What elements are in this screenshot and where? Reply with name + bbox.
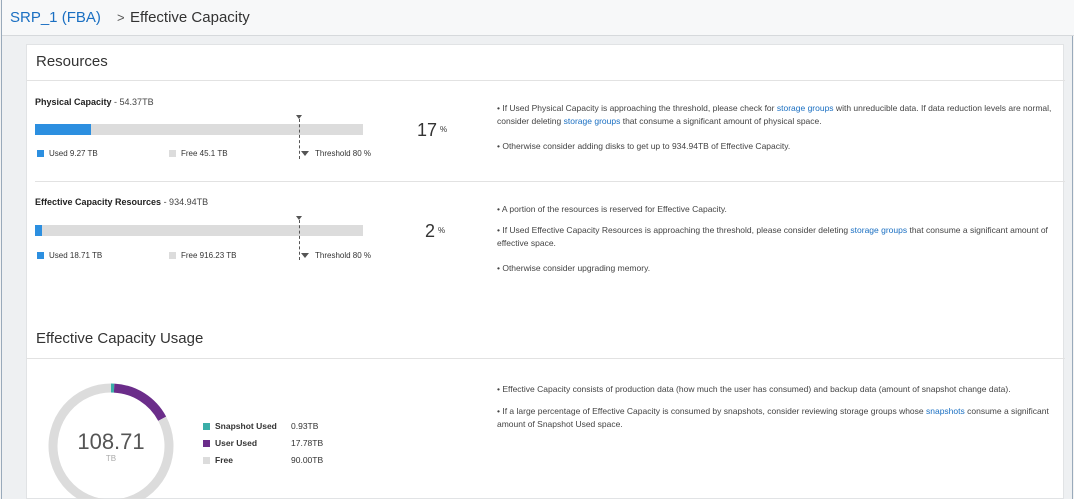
physical-percent-value: 17 — [417, 120, 438, 140]
physical-capacity-total: - 54.37TB — [111, 97, 154, 107]
breadcrumb-separator: > — [117, 10, 125, 25]
physical-capacity-used-fill — [35, 124, 91, 135]
effective-note-3: • Otherwise consider upgrading memory. — [497, 263, 651, 273]
user-used-swatch — [203, 440, 210, 447]
free-swatch — [169, 252, 176, 259]
physical-capacity-label: Physical Capacity - 54.37TB — [35, 97, 154, 107]
effective-resources-label: Effective Capacity Resources - 934.94TB — [35, 197, 208, 207]
divider — [27, 358, 1065, 359]
free-value: 90.00TB — [291, 455, 324, 465]
note-text: • If Used Effective Capacity Resources i… — [497, 225, 851, 235]
effective-resources-bar — [35, 225, 363, 236]
usage-legend-user: User Used 17.78TB — [203, 438, 323, 448]
effective-resources-name: Effective Capacity Resources — [35, 197, 162, 207]
effective-resources-percent: 2% — [425, 221, 445, 242]
usage-total-unit: TB — [105, 454, 117, 463]
physical-note-1: • If Used Physical Capacity is approachi… — [497, 102, 1067, 128]
effective-resources-used-fill — [35, 225, 42, 236]
usage-legend-free: Free 90.00TB — [203, 455, 323, 465]
physical-threshold-text: Threshold 80 % — [315, 149, 372, 158]
physical-capacity-bar — [35, 124, 363, 135]
physical-capacity-percent: 17% — [417, 120, 447, 141]
physical-free-text: Free 45.1 TB — [181, 149, 228, 158]
effective-threshold-line — [299, 220, 300, 260]
effective-legend-free: Free 916.23 TB — [169, 251, 236, 260]
breadcrumb-current: Effective Capacity — [130, 9, 250, 26]
physical-legend-threshold: Threshold 80 % — [301, 149, 371, 158]
physical-percent-unit: % — [440, 125, 448, 134]
note-text: • If a large percentage of Effective Cap… — [497, 406, 926, 416]
note-text: that consume a significant amount of phy… — [620, 116, 822, 126]
physical-note-2: • Otherwise consider adding disks to get… — [497, 141, 791, 151]
effective-threshold-text: Threshold 80 % — [315, 251, 372, 260]
snapshots-link[interactable]: snapshots — [926, 406, 965, 416]
usage-legend-snapshot: Snapshot Used 0.93TB — [203, 421, 318, 431]
free-label: Free — [215, 455, 233, 465]
used-swatch — [37, 150, 44, 157]
effective-capacity-panel: Resources Physical Capacity - 54.37TB 17… — [26, 44, 1067, 499]
storage-groups-link[interactable]: storage groups — [564, 116, 621, 126]
effective-note-2: • If Used Effective Capacity Resources i… — [497, 224, 1067, 250]
snapshot-value: 0.93TB — [291, 421, 319, 431]
effective-legend-threshold: Threshold 80 % — [301, 251, 371, 260]
resources-title: Resources — [36, 53, 108, 70]
usage-note-1: • Effective Capacity consists of product… — [497, 384, 1011, 394]
storage-groups-link[interactable]: storage groups — [850, 225, 907, 235]
used-swatch — [37, 252, 44, 259]
divider — [27, 80, 1065, 81]
breadcrumb: SRP_1 (FBA) > Effective Capacity — [2, 0, 1074, 36]
storage-groups-link[interactable]: storage groups — [777, 103, 834, 113]
divider — [35, 181, 1065, 182]
note-text: • If Used Physical Capacity is approachi… — [497, 103, 777, 113]
physical-capacity-name: Physical Capacity — [35, 97, 112, 107]
breadcrumb-parent-link[interactable]: SRP_1 (FBA) — [10, 9, 101, 26]
snapshot-label: Snapshot Used — [215, 421, 277, 431]
effective-used-text: Used 18.71 TB — [49, 251, 103, 260]
user-used-value: 17.78TB — [291, 438, 324, 448]
effective-resources-total: - 934.94TB — [161, 197, 209, 207]
physical-legend-free: Free 45.1 TB — [169, 149, 228, 158]
threshold-icon — [301, 253, 309, 258]
free-swatch — [203, 457, 210, 464]
usage-total-value: 108.71 — [77, 429, 145, 454]
physical-used-text: Used 9.27 TB — [49, 149, 98, 158]
physical-threshold-line — [299, 119, 300, 159]
effective-free-text: Free 916.23 TB — [181, 251, 237, 260]
usage-title: Effective Capacity Usage — [36, 330, 204, 347]
effective-legend-used: Used 18.71 TB — [37, 251, 102, 260]
effective-note-1: • A portion of the resources is reserved… — [497, 204, 727, 214]
snapshot-swatch — [203, 423, 210, 430]
free-swatch — [169, 150, 176, 157]
usage-note-2: • If a large percentage of Effective Cap… — [497, 405, 1067, 431]
physical-legend-used: Used 9.27 TB — [37, 149, 98, 158]
threshold-icon — [301, 151, 309, 156]
content-frame: SRP_1 (FBA) > Effective Capacity Resourc… — [1, 0, 1074, 499]
effective-percent-value: 2 — [425, 221, 436, 241]
user-used-label: User Used — [215, 438, 258, 448]
donut-slice-user-used — [113, 383, 167, 422]
effective-percent-unit: % — [438, 226, 446, 235]
